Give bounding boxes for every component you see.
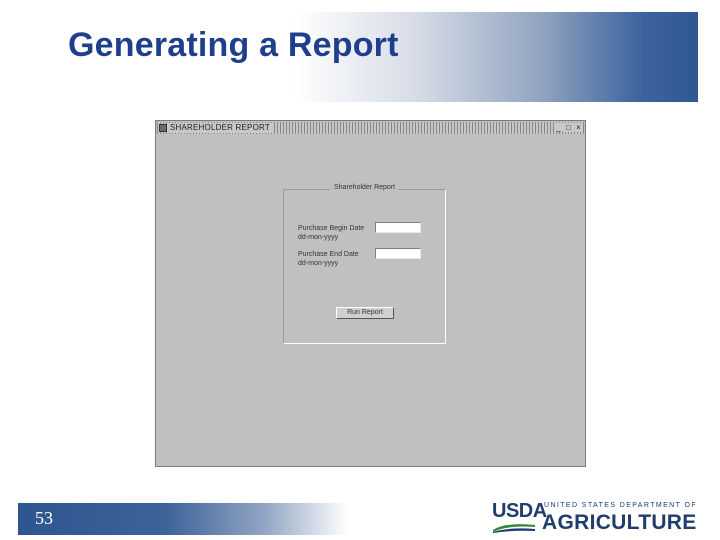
report-window: SHAREHOLDER REPORT _ □ × Shareholder Rep… (155, 120, 586, 467)
window-controls: _ □ × (554, 123, 583, 132)
slide-title: Generating a Report (68, 26, 399, 64)
end-date-format: dd-mon-yyyy (298, 260, 339, 267)
footer-band (18, 503, 348, 535)
group-label: Shareholder Report (330, 184, 400, 191)
page-number: 53 (35, 508, 53, 528)
usda-wordmark: USDA (492, 500, 547, 522)
usda-logo: USDA UNITED STATES DEPARTMENT OF AGRICUL… (492, 500, 704, 536)
window-title: SHAREHOLDER REPORT (168, 123, 272, 133)
begin-date-label: Purchase Begin Date (298, 225, 365, 232)
run-report-button[interactable]: Run Report (336, 307, 394, 319)
minimize-icon[interactable]: _ (554, 123, 563, 132)
usda-swoosh-icon (493, 524, 535, 533)
department-text: UNITED STATES DEPARTMENT OF (544, 502, 698, 509)
maximize-icon[interactable]: □ (564, 123, 573, 132)
begin-date-input[interactable] (375, 222, 421, 233)
close-icon[interactable]: × (574, 123, 583, 132)
begin-date-format: dd-mon-yyyy (298, 234, 339, 241)
window-app-icon[interactable] (159, 124, 167, 132)
window-titlebar[interactable]: SHAREHOLDER REPORT _ □ × (157, 122, 584, 134)
end-date-input[interactable] (375, 248, 421, 259)
agriculture-text: AGRICULTURE (542, 511, 697, 534)
end-date-label: Purchase End Date (298, 251, 359, 258)
